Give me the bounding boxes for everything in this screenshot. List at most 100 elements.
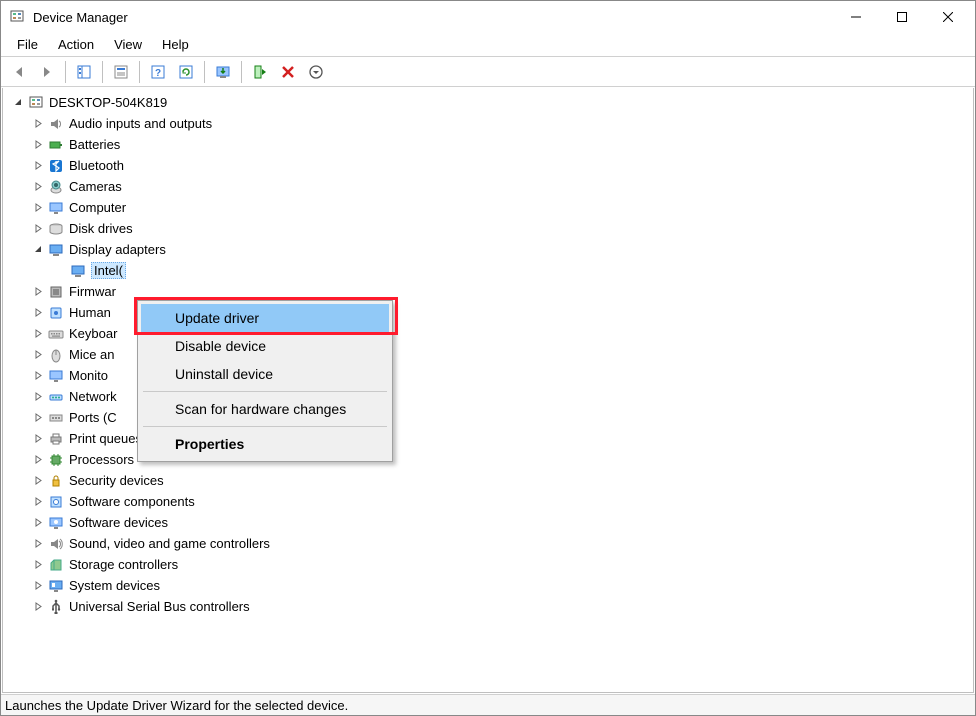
disk-icon [47,220,65,238]
chevron-right-icon[interactable] [31,392,45,401]
tree-device[interactable]: Intel( [3,260,973,281]
tree-category[interactable]: Computer [3,197,973,218]
tree-category[interactable]: Disk drives [3,218,973,239]
tree-category[interactable]: Cameras [3,176,973,197]
action-menu-icon[interactable] [304,60,328,84]
help-icon[interactable]: ? [146,60,170,84]
tree-category-label: Storage controllers [69,557,178,572]
tree-category[interactable]: Firmwar [3,281,973,302]
chevron-right-icon[interactable] [31,539,45,548]
menu-file[interactable]: File [7,35,48,54]
chevron-right-icon[interactable] [31,560,45,569]
maximize-button[interactable] [879,1,925,33]
tree-category-label: Sound, video and game controllers [69,536,270,551]
tree-category-label: Monito [69,368,108,383]
tree-category-label: Universal Serial Bus controllers [69,599,250,614]
ctx-update-driver[interactable]: Update driver [141,304,389,332]
chevron-right-icon[interactable] [31,308,45,317]
menu-view[interactable]: View [104,35,152,54]
tree-category[interactable]: Batteries [3,134,973,155]
tree-category[interactable]: Software components [3,491,973,512]
nav-forward-icon[interactable] [35,60,59,84]
chevron-right-icon[interactable] [31,602,45,611]
bluetooth-icon [47,157,65,175]
disable-device-icon[interactable] [276,60,300,84]
chevron-down-icon[interactable] [31,245,45,254]
tree-category-label: Display adapters [69,242,166,257]
tree-category-label: Firmwar [69,284,116,299]
cpu-icon [47,451,65,469]
display-adapter-icon [47,241,65,259]
tree-root[interactable]: DESKTOP-504K819 [3,92,973,113]
ctx-properties[interactable]: Properties [141,430,389,458]
printer-icon [47,430,65,448]
tree-category[interactable]: Universal Serial Bus controllers [3,596,973,617]
tree-category-label: Audio inputs and outputs [69,116,212,131]
chevron-right-icon[interactable] [31,371,45,380]
statusbar: Launches the Update Driver Wizard for th… [1,694,975,715]
enable-device-icon[interactable] [248,60,272,84]
close-button[interactable] [925,1,971,33]
tree-category-label: Disk drives [69,221,133,236]
tree-category-label: Network [69,389,117,404]
ctx-uninstall-device[interactable]: Uninstall device [141,360,389,388]
minimize-button[interactable] [833,1,879,33]
tree-category-label: Security devices [69,473,164,488]
toolbar-separator [139,61,140,83]
tree-category[interactable]: Audio inputs and outputs [3,113,973,134]
tree-category[interactable]: Software devices [3,512,973,533]
port-icon [47,409,65,427]
properties-icon[interactable] [109,60,133,84]
chevron-right-icon[interactable] [31,161,45,170]
titlebar: Device Manager [1,1,975,33]
chevron-right-icon[interactable] [31,203,45,212]
tree-category-label: Cameras [69,179,122,194]
refresh-icon[interactable] [174,60,198,84]
show-hide-tree-icon[interactable] [72,60,96,84]
chevron-right-icon[interactable] [31,581,45,590]
tree-category-label: Mice an [69,347,115,362]
chevron-right-icon[interactable] [31,497,45,506]
chevron-right-icon[interactable] [31,140,45,149]
ctx-separator [143,391,387,392]
tree-category-label: Ports (C [69,410,117,425]
chevron-right-icon[interactable] [31,287,45,296]
status-text: Launches the Update Driver Wizard for th… [5,698,348,713]
monitor-icon [47,367,65,385]
svg-text:?: ? [155,68,161,79]
nav-back-icon[interactable] [7,60,31,84]
chevron-right-icon[interactable] [31,413,45,422]
tree-category[interactable]: Storage controllers [3,554,973,575]
chevron-right-icon[interactable] [31,518,45,527]
camera-icon [47,178,65,196]
chevron-right-icon[interactable] [31,350,45,359]
toolbar-separator [65,61,66,83]
tree-category[interactable]: Security devices [3,470,973,491]
toolbar-separator [241,61,242,83]
menu-help[interactable]: Help [152,35,199,54]
update-driver-icon[interactable] [211,60,235,84]
tree-category[interactable]: Display adapters [3,239,973,260]
menubar: File Action View Help [1,33,975,57]
menu-action[interactable]: Action [48,35,104,54]
ctx-disable-device[interactable]: Disable device [141,332,389,360]
firmware-icon [47,283,65,301]
chevron-right-icon[interactable] [31,476,45,485]
ctx-scan-hardware[interactable]: Scan for hardware changes [141,395,389,423]
tree-category-label: Bluetooth [69,158,124,173]
chevron-right-icon[interactable] [31,434,45,443]
tree-category[interactable]: Bluetooth [3,155,973,176]
tree-root-label: DESKTOP-504K819 [49,95,167,110]
chevron-right-icon[interactable] [31,119,45,128]
tree-category[interactable]: Sound, video and game controllers [3,533,973,554]
chevron-down-icon[interactable] [11,98,25,107]
toolbar-separator [204,61,205,83]
chevron-right-icon[interactable] [31,455,45,464]
chevron-right-icon[interactable] [31,182,45,191]
sound-icon [47,535,65,553]
computer-monitor-icon [47,199,65,217]
chevron-right-icon[interactable] [31,224,45,233]
system-device-icon [47,577,65,595]
chevron-right-icon[interactable] [31,329,45,338]
tree-category[interactable]: System devices [3,575,973,596]
